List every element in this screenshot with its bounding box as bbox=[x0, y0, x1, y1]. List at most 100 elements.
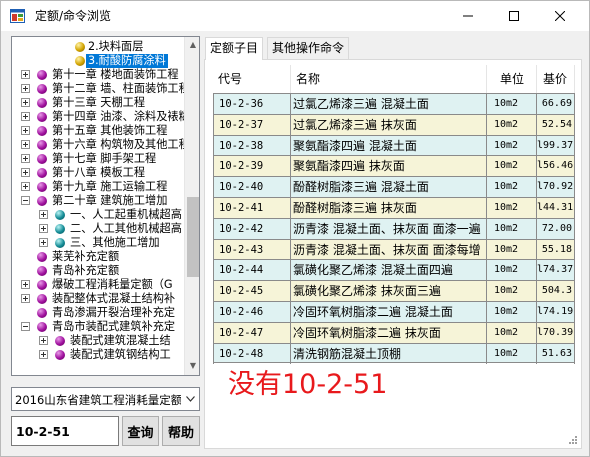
cell-unit: 10m2 bbox=[487, 94, 537, 114]
cell-name: 沥青漆 混凝土面、抹灰面 面漆每增 bbox=[291, 239, 487, 260]
cell-price: 52.54 bbox=[537, 114, 575, 135]
table-row[interactable]: 10-2-45 氯磺化聚乙烯漆 抹灰面三遍 10m2 504.3 bbox=[213, 280, 575, 302]
expand-icon[interactable] bbox=[21, 140, 30, 149]
table-row[interactable]: 10-2-37 过氯乙烯漆三遍 抹灰面 10m2 52.54 bbox=[213, 113, 575, 135]
quota-code-input[interactable] bbox=[11, 416, 119, 446]
expand-icon[interactable] bbox=[21, 280, 30, 289]
tree-item-label: 2.块料面层 bbox=[88, 40, 144, 53]
tree-item-label: 第十七章 脚手架工程 bbox=[52, 152, 157, 165]
expand-icon[interactable] bbox=[21, 294, 30, 303]
purple-ball-icon bbox=[37, 168, 47, 178]
quota-tree[interactable]: 2.块料面层 3.耐酸防腐涂料 第十一章 楼地面装饰工程 第十二章 墙、柱面装饰… bbox=[12, 37, 184, 375]
expand-icon[interactable] bbox=[39, 224, 48, 233]
quota-library-value: 2016山东省建筑工程消耗量定额 bbox=[15, 393, 181, 407]
cell-unit: 10m2 bbox=[487, 260, 537, 281]
purple-ball-icon bbox=[37, 196, 47, 206]
cell-price: l56.46 bbox=[537, 156, 575, 177]
quota-library-select[interactable]: 2016山东省建筑工程消耗量定额 bbox=[11, 387, 200, 411]
expand-icon[interactable] bbox=[21, 154, 30, 163]
teal-ball-icon bbox=[55, 238, 65, 248]
tree-item-label: 第十五章 其他装饰工程 bbox=[52, 124, 168, 137]
tree-item-label: 第十三章 天棚工程 bbox=[52, 96, 146, 109]
expand-icon[interactable] bbox=[21, 70, 30, 79]
purple-ball-icon bbox=[55, 336, 65, 346]
purple-ball-icon bbox=[37, 98, 47, 108]
expand-icon[interactable] bbox=[39, 210, 48, 219]
table-row[interactable]: 10-2-39 聚氨酯漆四遍 抹灰面 10m2 l56.46 bbox=[213, 155, 575, 177]
tree-item-label: 青岛补充定额 bbox=[52, 264, 120, 277]
expand-icon[interactable] bbox=[21, 98, 30, 107]
expand-icon[interactable] bbox=[21, 168, 30, 177]
collapse-icon[interactable] bbox=[21, 322, 30, 331]
expand-icon[interactable] bbox=[39, 350, 48, 359]
cell-code: 10-2-37 bbox=[213, 114, 291, 135]
column-header-name[interactable]: 名称 bbox=[291, 65, 487, 93]
table-row[interactable]: 10-2-46 冷固环氧树脂漆二遍 混凝土面 10m2 l74.19 bbox=[213, 300, 575, 322]
quota-items-table[interactable]: 代号 名称 单位 基价 10-2-36 过氯乙烯漆三遍 混凝土面 10m2 66.69… bbox=[213, 65, 575, 364]
tab-quota-items[interactable]: 定额子目 bbox=[205, 37, 264, 60]
column-header-price[interactable]: 基价 bbox=[537, 65, 575, 93]
dropdown-button[interactable] bbox=[182, 388, 199, 410]
table-row[interactable]: 10-2-41 酚醛树脂漆三遍 抹灰面 10m2 l44.31 bbox=[213, 196, 575, 218]
expand-icon[interactable] bbox=[21, 84, 30, 93]
tree-item-label: 3.耐酸防腐涂料 bbox=[86, 54, 168, 68]
table-row[interactable]: 10-2-38 聚氨酯漆四遍 混凝土面 10m2 l99.37 bbox=[213, 134, 575, 156]
purple-ball-icon bbox=[37, 252, 47, 262]
tree-item-label: 第十九章 施工运输工程 bbox=[52, 180, 168, 193]
cell-name: 酚醛树脂漆三遍 混凝土面 bbox=[291, 177, 487, 198]
cell-name: 沥青漆 混凝土面、抹灰面 面漆一遍 bbox=[291, 218, 487, 239]
maximize-button[interactable] bbox=[491, 1, 537, 31]
table-row[interactable]: 10-2-44 氯磺化聚乙烯漆 混凝土面四遍 10m2 l74.37 bbox=[213, 259, 575, 281]
cell-unit: 10m2 bbox=[487, 197, 537, 218]
purple-ball-icon bbox=[37, 84, 47, 94]
window-title: 定额/命令浏览 bbox=[35, 9, 112, 23]
scroll-down-icon[interactable]: ▼ bbox=[188, 361, 198, 370]
table-row[interactable]: 10-2-48 清洗钢筋混凝土顶棚 10m2 51.63 bbox=[213, 342, 575, 364]
cell-code: 10-2-41 bbox=[213, 197, 291, 218]
tab-other-commands[interactable]: 其他操作命令 bbox=[267, 37, 350, 59]
expand-icon[interactable] bbox=[39, 238, 48, 247]
resize-grip-icon[interactable] bbox=[568, 435, 578, 445]
collapse-icon[interactable] bbox=[21, 196, 30, 205]
purple-ball-icon bbox=[37, 182, 47, 192]
table-row[interactable]: 10-2-47 冷固环氧树脂漆二遍 抹灰面 10m2 l70.39 bbox=[213, 321, 575, 343]
purple-ball-icon bbox=[37, 322, 47, 332]
title-bar[interactable]: 定额/命令浏览 bbox=[1, 1, 589, 31]
tree-scrollbar[interactable]: ▲ ▼ bbox=[184, 37, 199, 375]
expand-icon[interactable] bbox=[21, 112, 30, 121]
purple-ball-icon bbox=[37, 126, 47, 136]
purple-ball-icon bbox=[37, 154, 47, 164]
table-row[interactable]: 10-2-40 酚醛树脂漆三遍 混凝土面 10m2 l70.92 bbox=[213, 176, 575, 198]
expand-icon[interactable] bbox=[21, 126, 30, 135]
expand-icon[interactable] bbox=[39, 336, 48, 345]
quota-items-panel: 代号 名称 单位 基价 10-2-36 过氯乙烯漆三遍 混凝土面 10m2 66.69… bbox=[204, 59, 582, 449]
cell-unit: 10m2 bbox=[487, 114, 537, 135]
table-row[interactable]: 10-2-42 沥青漆 混凝土面、抹灰面 面漆一遍 10m2 72.00 bbox=[213, 217, 575, 239]
cell-code: 10-2-40 bbox=[213, 177, 291, 198]
help-button[interactable]: 帮助 bbox=[162, 416, 200, 446]
column-header-code[interactable]: 代号 bbox=[213, 65, 291, 93]
table-row[interactable]: 10-2-43 沥青漆 混凝土面、抹灰面 面漆每增 10m2 55.18 bbox=[213, 238, 575, 260]
cell-name: 过氯乙烯漆三遍 混凝土面 bbox=[291, 94, 487, 114]
quota-tree-panel[interactable]: 2.块料面层 3.耐酸防腐涂料 第十一章 楼地面装饰工程 第十二章 墙、柱面装饰… bbox=[11, 36, 200, 376]
table-body: 10-2-36 过氯乙烯漆三遍 混凝土面 10m2 66.69 10-2-37 过氯乙烯漆… bbox=[213, 93, 575, 364]
expand-icon[interactable] bbox=[21, 182, 30, 191]
scrollbar-thumb[interactable] bbox=[187, 197, 199, 277]
column-header-unit[interactable]: 单位 bbox=[487, 65, 537, 93]
cell-unit: 10m2 bbox=[487, 239, 537, 260]
query-button[interactable]: 查询 bbox=[122, 416, 159, 446]
cell-unit: 10m2 bbox=[487, 322, 537, 343]
app-window: 定额/命令浏览 2.块料面层 3.耐酸防腐涂料 第十一章 楼地面装饰工程 第十二… bbox=[0, 0, 590, 457]
purple-ball-icon bbox=[37, 112, 47, 122]
tree-item-label: 装配整体式混凝土结构补 bbox=[52, 292, 176, 305]
table-row[interactable]: 10-2-36 过氯乙烯漆三遍 混凝土面 10m2 66.69 bbox=[213, 93, 575, 114]
close-button[interactable] bbox=[537, 1, 583, 31]
cell-name: 冷固环氧树脂漆二遍 抹灰面 bbox=[291, 322, 487, 343]
minimize-button[interactable] bbox=[445, 1, 491, 31]
cell-code: 10-2-43 bbox=[213, 239, 291, 260]
purple-ball-icon bbox=[55, 350, 65, 360]
tree-item-label: 装配式建筑钢结构工 bbox=[70, 348, 171, 361]
purple-ball-icon bbox=[37, 294, 47, 304]
tree-item-label: 装配式建筑混凝土结 bbox=[70, 334, 171, 347]
scroll-up-icon[interactable]: ▲ bbox=[188, 40, 198, 49]
